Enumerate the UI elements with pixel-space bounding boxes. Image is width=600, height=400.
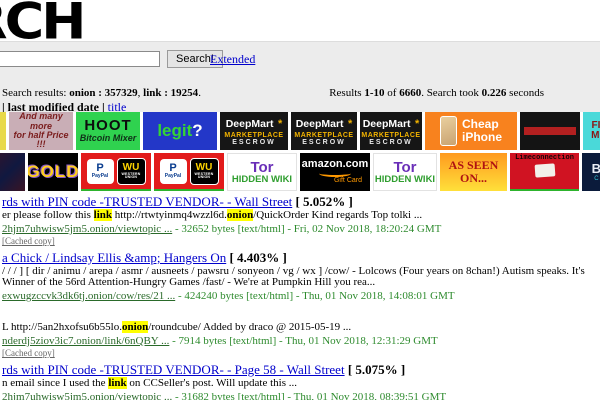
result-url-link[interactable]: 2hjm7uhwisw5jm5.onion/viewtopic ...	[2, 223, 172, 235]
stats-right: Results 1-10 of 6660. Search took 0.226 …	[329, 87, 544, 99]
extended-search-link[interactable]: Extended	[210, 52, 255, 67]
tor-logo: Tor	[393, 160, 416, 175]
ad-banner-amazon-gift-card[interactable]: amazon.com Gift Card	[300, 153, 370, 191]
banner-text: BU	[592, 162, 600, 176]
search-result-3: L http://5an2hxofsu6b55lo.onion/roundcub…	[2, 307, 598, 358]
banner-text: Limeconnection	[515, 155, 574, 162]
banner-text: ESCROW	[302, 139, 346, 146]
result-title-link[interactable]: a Chick / Lindsay Ellis &amp; Hangers On	[2, 250, 226, 265]
result-url-link[interactable]: exwugzccvk3dk6tj.onion/cow/res/21 ...	[2, 290, 175, 302]
banner-text: legit	[157, 122, 192, 140]
result-url-link[interactable]: 2hjm7uhwisw5jm5.onion/viewtopic ...	[2, 391, 172, 400]
search-band: Search! Extended Search results: onion :…	[0, 41, 600, 112]
banner-text: CRY	[594, 176, 600, 182]
banner-text: Gift Card	[334, 177, 362, 184]
result-title-link[interactable]: rds with PIN code -TRUSTED VENDOR- - Wal…	[2, 194, 292, 209]
banner-text: DeepMart	[226, 118, 274, 130]
iphone-image	[440, 116, 457, 146]
ad-banner-tor-hidden-wiki-1[interactable]: Tor HIDDEN WIKI	[227, 153, 297, 191]
ad-banner-as-seen-on[interactable]: AS SEEN ON...	[440, 153, 507, 191]
banner-text: HOOT	[84, 118, 131, 134]
ad-banner-legit[interactable]: legit ?	[143, 112, 217, 150]
banner-text: ON...	[460, 172, 487, 185]
amazon-smile-arc	[319, 170, 351, 177]
search-input[interactable]	[0, 51, 160, 67]
result-title-empty	[2, 307, 598, 321]
result-snippet: / / / ] [ dir / animu / arepa / asmr / a…	[2, 266, 598, 288]
banner-text: ?	[192, 122, 202, 140]
ad-banner-partial-fireworks[interactable]	[0, 153, 25, 191]
banner-text: MULTI	[591, 131, 600, 142]
banner-text: MARKETPLACE	[361, 132, 420, 139]
result-meta: - 7914 bytes [text/html] - Thu, 01 Nov 2…	[169, 335, 437, 347]
western-union-logo: WU WESTERN UNION	[117, 158, 146, 185]
spark-icon: *	[278, 118, 282, 130]
result-meta: - 424240 bytes [text/html] - Thu, 01 Nov…	[175, 290, 454, 302]
banner-text: Bitcoin Mixer	[80, 134, 137, 143]
banner-text: ESCROW	[369, 139, 413, 146]
ad-banner-paypal-wu-2[interactable]: P PayPal WU WESTERN UNION	[154, 153, 224, 191]
result-relevance-score: [ 5.052% ]	[292, 194, 353, 209]
cached-copy-link[interactable]: [Cached copy]	[2, 348, 55, 358]
banner-text: HIDDEN WIKI	[232, 175, 292, 185]
ad-banner-partial-yellow[interactable]	[0, 112, 6, 150]
ad-banner-deepmart-2[interactable]: DeepMart * MARKETPLACE ESCROW	[291, 112, 357, 150]
ad-banner-gold[interactable]: GOLD	[28, 153, 78, 191]
cached-copy-link[interactable]: [Cached copy]	[2, 236, 55, 246]
result-url-link[interactable]: nderdj5ziov3ic7.onion/link/6nQBY ...	[2, 335, 169, 347]
ad-banner-first-multi[interactable]: FIRST MULTI	[583, 112, 600, 150]
results-list: rds with PIN code -TRUSTED VENDOR- - Wal…	[2, 195, 598, 400]
ad-banner-tor-hidden-wiki-2[interactable]: Tor HIDDEN WIKI	[373, 153, 437, 191]
banner-text: iPhone	[462, 130, 502, 144]
banner-text: MARKETPLACE	[294, 132, 353, 139]
ad-banner-row-2: GOLD P PayPal WU WESTERN UNION P PayPal …	[0, 153, 600, 191]
search-result-2: a Chick / Lindsay Ellis &amp; Hangers On…	[2, 251, 598, 302]
ad-banner-deepmart-3[interactable]: DeepMart * MARKETPLACE ESCROW	[360, 112, 422, 150]
ad-banner-limeconnection[interactable]: Limeconnection	[510, 153, 579, 191]
spark-icon: *	[348, 118, 352, 130]
spark-icon: *	[415, 118, 419, 130]
red-stripe	[524, 127, 577, 135]
ad-banner-hoot-bitcoin-mixer[interactable]: HOOT Bitcoin Mixer	[76, 112, 140, 150]
result-relevance-score: [ 5.075% ]	[345, 362, 406, 377]
banner-text: DeepMart	[363, 118, 411, 130]
stats-bar: Search results: onion : 357329, link : 1…	[0, 87, 600, 99]
result-snippet: n email since I used the link on CCSelle…	[2, 378, 598, 389]
western-union-logo: WU WESTERN UNION	[190, 158, 219, 185]
banner-text: ESCROW	[232, 139, 276, 146]
ad-banner-deepmart-1[interactable]: DeepMart * MARKETPLACE ESCROW	[220, 112, 288, 150]
amazon-logo: amazon.com	[302, 159, 369, 170]
banner-text: HIDDEN WIKI	[375, 175, 435, 185]
banner-text: for half Price !!!	[9, 131, 73, 150]
result-snippet: er please follow this link http://rtwtyi…	[2, 210, 598, 221]
banner-text: DeepMart	[296, 118, 344, 130]
result-relevance-score: [ 4.403% ]	[226, 250, 287, 265]
paypal-logo: P PayPal	[87, 159, 114, 184]
search-result-1: rds with PIN code -TRUSTED VENDOR- - Wal…	[2, 195, 598, 246]
banner-text: GOLD	[28, 163, 78, 181]
ad-banner-row-1: And many more for half Price !!! HOOT Bi…	[0, 112, 600, 150]
result-snippet: L http://5an2hxofsu6b55lo.onion/roundcub…	[2, 322, 598, 333]
paypal-logo: P PayPal	[160, 159, 187, 184]
money-roll-image	[534, 164, 555, 178]
banner-text: MARKETPLACE	[224, 132, 283, 139]
result-title-link[interactable]: rds with PIN code -TRUSTED VENDOR- - Pag…	[2, 362, 345, 377]
ad-banner-cheap-iphone[interactable]: Cheap iPhone	[425, 112, 517, 150]
ad-banner-crypto-partial[interactable]: BU CRY	[582, 153, 600, 191]
ad-banner-paypal-wu-1[interactable]: P PayPal WU WESTERN UNION	[81, 153, 151, 191]
search-result-4: rds with PIN code -TRUSTED VENDOR- - Pag…	[2, 363, 598, 400]
stats-left: Search results: onion : 357329, link : 1…	[2, 87, 201, 99]
result-meta: - 32652 bytes [text/html] - Fri, 02 Nov …	[172, 223, 441, 235]
ad-banner-dark-red-stripe[interactable]	[520, 112, 580, 150]
banner-text: And many more	[9, 112, 73, 131]
tor-logo: Tor	[250, 160, 273, 175]
ad-banner-half-price[interactable]: And many more for half Price !!!	[9, 112, 73, 150]
result-meta: - 31682 bytes [text/html] - Thu, 01 Nov …	[172, 391, 446, 400]
